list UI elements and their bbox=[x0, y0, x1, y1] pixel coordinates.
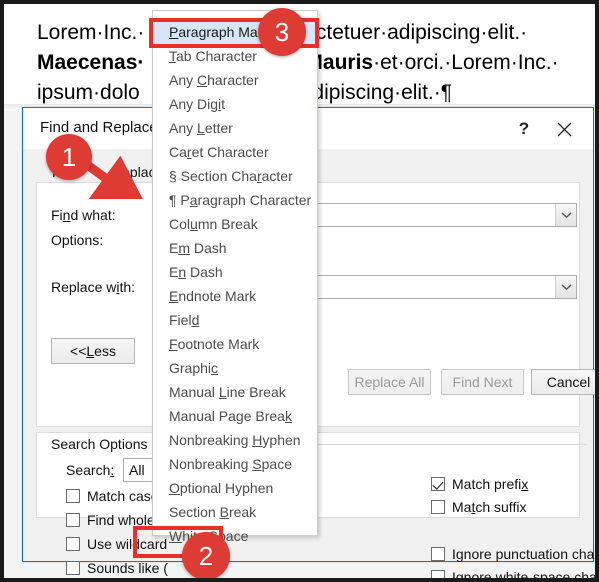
menu-item-any-character[interactable]: Any Character bbox=[153, 68, 317, 92]
find-what-label: Find what: bbox=[51, 207, 116, 223]
menu-item-label: § Section Character bbox=[169, 168, 293, 184]
checkbox-match-prefix[interactable]: Match prefix bbox=[431, 476, 528, 492]
menu-item-optional-hyphen[interactable]: Optional Hyphen bbox=[153, 476, 317, 500]
menu-item-endnote-mark[interactable]: Endnote Mark bbox=[153, 284, 317, 308]
menu-item-label: ¶ Paragraph Character bbox=[169, 192, 312, 208]
menu-item-label: Any Letter bbox=[169, 120, 233, 136]
replace-all-label: Replace All bbox=[354, 374, 425, 390]
menu-item-label: Nonbreaking Space bbox=[169, 456, 292, 472]
menu-item-label: Paragraph Mark bbox=[169, 24, 270, 40]
menu-item-label: Footnote Mark bbox=[169, 336, 260, 352]
menu-item-label: Section Break bbox=[169, 504, 257, 520]
document-line-3-left: ipsum·dolo bbox=[37, 81, 140, 104]
menu-item-label: En Dash bbox=[169, 264, 223, 280]
checkbox-sounds-like[interactable]: Sounds like ( bbox=[66, 560, 168, 576]
special-dropdown-menu: Paragraph Mark Tab Character Any Character… bbox=[152, 10, 318, 544]
replace-with-label: Replace with: bbox=[51, 279, 136, 295]
checkbox-label: Match suffix bbox=[452, 499, 527, 515]
menu-item-nonbreaking-space[interactable]: Nonbreaking Space bbox=[153, 452, 317, 476]
checkbox-match-suffix[interactable]: Match suffix bbox=[431, 499, 526, 515]
menu-item-section-break[interactable]: Section Break bbox=[153, 500, 317, 524]
checkbox-box[interactable] bbox=[431, 477, 445, 491]
menu-item-any-letter[interactable]: Any Letter bbox=[153, 116, 317, 140]
menu-item-column-break[interactable]: Column Break bbox=[153, 212, 317, 236]
find-next-button[interactable]: Find Next bbox=[441, 369, 524, 395]
checkbox-box[interactable] bbox=[66, 513, 80, 527]
menu-item-label: Field bbox=[169, 312, 200, 328]
help-icon[interactable]: ? bbox=[512, 117, 536, 141]
find-next-label: Find Next bbox=[452, 374, 513, 390]
menu-item-label: Manual Line Break bbox=[169, 384, 286, 400]
dialog-title: Find and Replace bbox=[40, 119, 158, 136]
menu-item-manual-line-break[interactable]: Manual Line Break bbox=[153, 380, 317, 404]
checkbox-label: Match case bbox=[87, 488, 159, 504]
menu-item-label: Optional Hyphen bbox=[169, 480, 274, 496]
menu-item-label: Nonbreaking Hyphen bbox=[169, 432, 301, 448]
menu-item-label: Any Character bbox=[169, 72, 259, 88]
menu-item-paragraph-character[interactable]: ¶ Paragraph Character bbox=[153, 188, 317, 212]
annotation-badge-2-number: 2 bbox=[198, 540, 214, 571]
checkbox-box[interactable] bbox=[66, 561, 80, 575]
checkbox-box[interactable] bbox=[431, 500, 445, 514]
menu-item-label: Manual Page Break bbox=[169, 408, 292, 424]
menu-item-field[interactable]: Field bbox=[153, 308, 317, 332]
menu-item-label: Endnote Mark bbox=[169, 288, 257, 304]
cancel-label: Cancel bbox=[546, 374, 591, 390]
menu-item-white-space[interactable]: White Space bbox=[153, 524, 317, 548]
annotation-badge-3-number: 3 bbox=[274, 16, 290, 47]
checkbox-use-wildcards[interactable]: Use wildcard bbox=[66, 536, 167, 552]
annotation-badge-1-number: 1 bbox=[61, 141, 77, 172]
menu-item-caret-character[interactable]: Caret Character bbox=[153, 140, 317, 164]
menu-item-label: Any Digit bbox=[169, 96, 226, 112]
menu-item-label: Em Dash bbox=[169, 240, 227, 256]
document-line-2-left: Maecenas· bbox=[37, 51, 145, 74]
checkbox-label: Ignore punctuation characters bbox=[452, 546, 595, 562]
menu-item-em-dash[interactable]: Em Dash bbox=[153, 236, 317, 260]
menu-item-label: Tab Character bbox=[169, 48, 257, 64]
menu-item-manual-page-break[interactable]: Manual Page Break bbox=[153, 404, 317, 428]
app-root: Lorem·Inc.·xxxxxxxxxxxxonsectetuer·adipi… bbox=[4, 4, 595, 578]
menu-item-label: Column Break bbox=[169, 216, 258, 232]
checkbox-ignore-punctuation[interactable]: Ignore punctuation characters bbox=[431, 546, 595, 562]
menu-item-section-character[interactable]: § Section Character bbox=[153, 164, 317, 188]
close-icon[interactable] bbox=[551, 117, 577, 141]
cancel-button[interactable]: Cancel bbox=[531, 369, 595, 395]
menu-item-en-dash[interactable]: En Dash bbox=[153, 260, 317, 284]
annotation-badge-2: 2 bbox=[182, 532, 230, 578]
checkbox-label: Match prefix bbox=[452, 476, 529, 492]
annotation-badge-1: 1 bbox=[46, 134, 92, 180]
menu-item-footnote-mark[interactable]: Footnote Mark bbox=[153, 332, 317, 356]
menu-item-graphic[interactable]: Graphic bbox=[153, 356, 317, 380]
checkbox-ignore-whitespace[interactable]: Ignore white-space characters bbox=[431, 569, 595, 578]
checkbox-box[interactable] bbox=[66, 489, 80, 503]
document-line-2-right-b: ·et·orci.·Lorem·Inc.· bbox=[373, 51, 559, 74]
chevron-down-icon[interactable] bbox=[555, 276, 576, 298]
less-button[interactable]: << Less bbox=[51, 338, 135, 364]
document-line-1-left: Lorem·Inc.· bbox=[37, 21, 145, 44]
checkbox-box[interactable] bbox=[431, 570, 445, 578]
search-label: Search: bbox=[66, 462, 115, 478]
options-label: Options: bbox=[51, 232, 104, 248]
search-options-label: Search Options bbox=[47, 436, 152, 452]
checkbox-label: Sounds like ( bbox=[87, 560, 168, 576]
replace-all-button[interactable]: Replace All bbox=[348, 369, 431, 395]
annotation-badge-3: 3 bbox=[258, 8, 306, 56]
checkbox-label: Ignore white-space characters bbox=[452, 569, 595, 578]
menu-item-any-digit[interactable]: Any Digit bbox=[153, 92, 317, 116]
checkbox-box[interactable] bbox=[66, 537, 80, 551]
checkbox-box[interactable] bbox=[431, 547, 445, 561]
chevron-down-icon[interactable] bbox=[555, 204, 576, 226]
menu-item-nonbreaking-hyphen[interactable]: Nonbreaking Hyphen bbox=[153, 428, 317, 452]
menu-item-label: Caret Character bbox=[169, 144, 269, 160]
checkbox-match-case[interactable]: Match case bbox=[66, 488, 159, 504]
menu-item-label: Graphic bbox=[169, 360, 219, 376]
